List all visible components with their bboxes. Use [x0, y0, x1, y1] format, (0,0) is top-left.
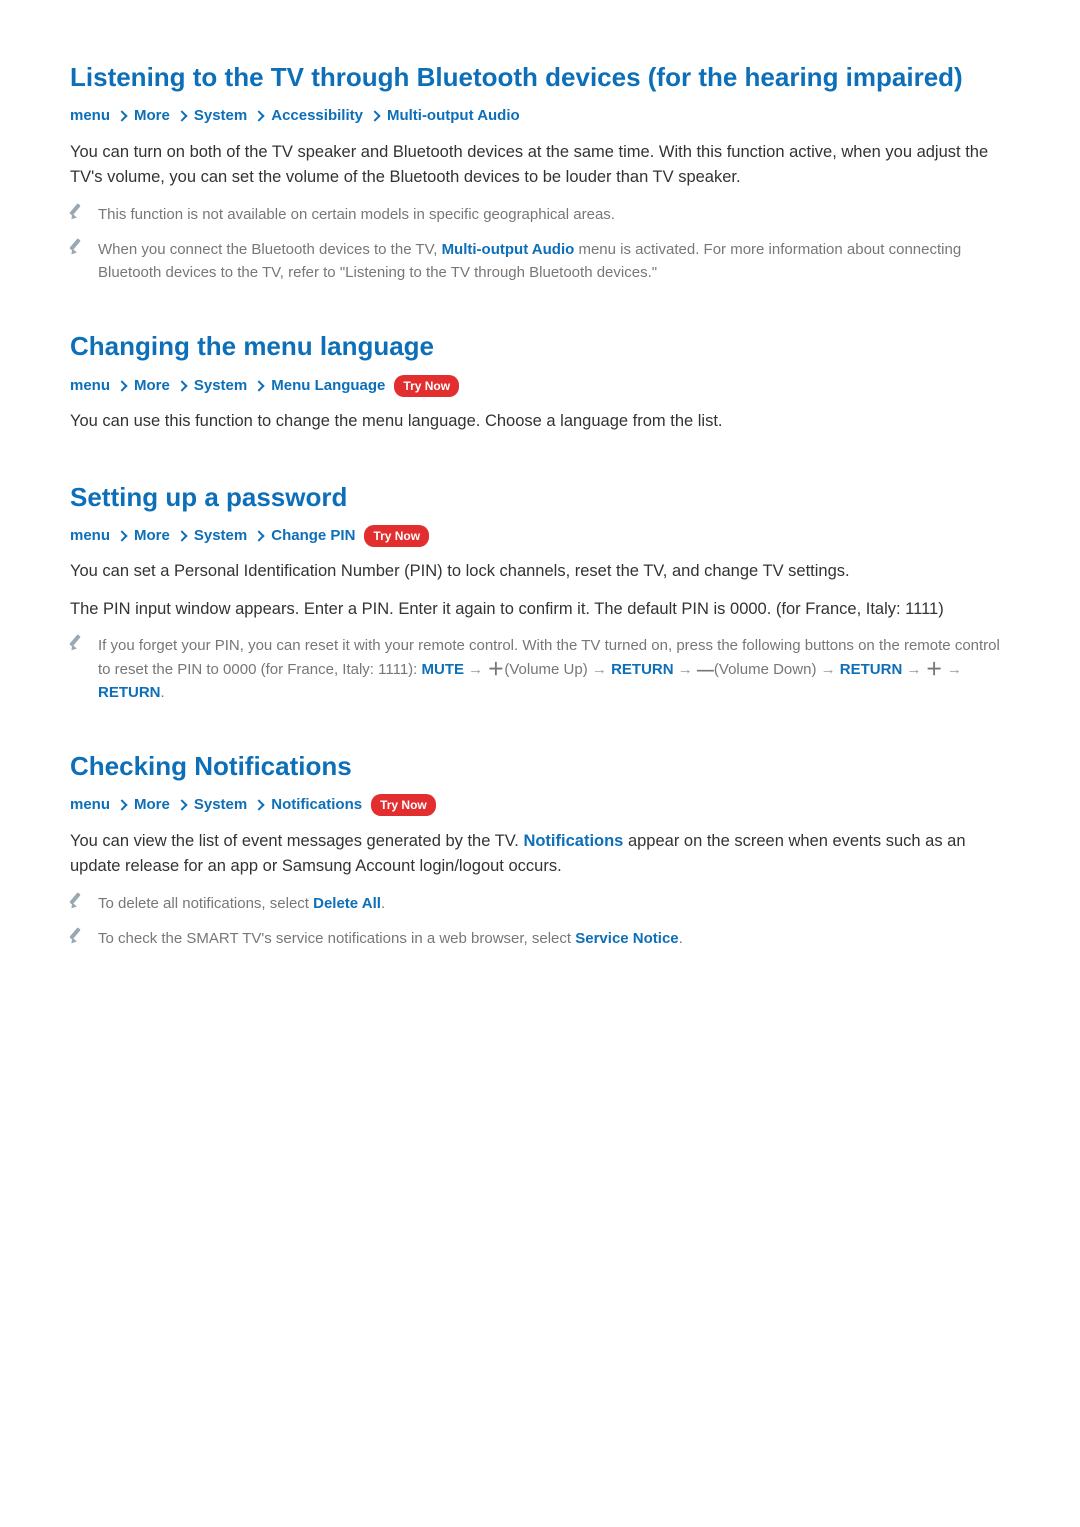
crumb-multi-output[interactable]: Multi-output Audio [387, 105, 520, 128]
pencil-icon [70, 240, 84, 254]
keyword-notifications: Notifications [523, 832, 623, 850]
note-item: If you forget your PIN, you can reset it… [70, 634, 1010, 704]
keyword-delete-all: Delete All [313, 895, 381, 912]
keyword-multi-output: Multi-output Audio [442, 241, 575, 258]
try-now-badge[interactable]: Try Now [364, 525, 429, 547]
section-bluetooth-hearing: Listening to the TV through Bluetooth de… [70, 60, 1010, 284]
arrow-right-icon: → [468, 661, 483, 678]
section-notifications: Checking Notifications menu More System … [70, 749, 1010, 950]
arrow-right-icon: → [821, 661, 836, 678]
crumb-notifications[interactable]: Notifications [271, 794, 362, 817]
arrow-right-icon: → [947, 661, 962, 678]
keyword-return: RETURN [98, 684, 161, 701]
section-password: Setting up a password menu More System C… [70, 480, 1010, 704]
section-menu-language: Changing the menu language menu More Sys… [70, 329, 1010, 434]
breadcrumb: menu More System Notifications Try Now [70, 794, 1010, 817]
crumb-accessibility[interactable]: Accessibility [271, 105, 363, 128]
try-now-badge[interactable]: Try Now [371, 794, 436, 816]
note-list: If you forget your PIN, you can reset it… [70, 634, 1010, 704]
crumb-system[interactable]: System [194, 375, 247, 398]
chevron-right-icon [254, 380, 265, 391]
note-list: To delete all notifications, select Dele… [70, 892, 1010, 951]
note-list: This function is not available on certai… [70, 203, 1010, 285]
crumb-menu[interactable]: menu [70, 375, 110, 398]
note-text: When you connect the Bluetooth devices t… [98, 238, 1010, 285]
keyword-mute: MUTE [422, 661, 465, 678]
plus-icon: ＋ [487, 660, 504, 679]
body-text: The PIN input window appears. Enter a PI… [70, 597, 1010, 623]
note-item: This function is not available on certai… [70, 203, 1010, 226]
note-text: To delete all notifications, select Dele… [98, 892, 1010, 915]
body-text: You can use this function to change the … [70, 409, 1010, 435]
breadcrumb: menu More System Accessibility Multi-out… [70, 105, 1010, 128]
crumb-system[interactable]: System [194, 525, 247, 548]
try-now-badge[interactable]: Try Now [394, 375, 459, 397]
pencil-icon [70, 205, 84, 219]
crumb-change-pin[interactable]: Change PIN [271, 525, 355, 548]
chevron-right-icon [176, 800, 187, 811]
chevron-right-icon [116, 380, 127, 391]
crumb-menu-language[interactable]: Menu Language [271, 375, 385, 398]
crumb-menu[interactable]: menu [70, 794, 110, 817]
chevron-right-icon [116, 800, 127, 811]
note-item: When you connect the Bluetooth devices t… [70, 238, 1010, 285]
chevron-right-icon [369, 111, 380, 122]
crumb-more[interactable]: More [134, 794, 170, 817]
note-text: This function is not available on certai… [98, 203, 1010, 226]
chevron-right-icon [176, 530, 187, 541]
chevron-right-icon [116, 530, 127, 541]
note-item: To check the SMART TV's service notifica… [70, 927, 1010, 950]
section-title: Listening to the TV through Bluetooth de… [70, 60, 1010, 95]
pencil-icon [70, 894, 84, 908]
pencil-icon [70, 636, 84, 650]
crumb-more[interactable]: More [134, 375, 170, 398]
arrow-right-icon: → [906, 661, 921, 678]
breadcrumb: menu More System Change PIN Try Now [70, 525, 1010, 548]
note-text: If you forget your PIN, you can reset it… [98, 634, 1010, 704]
crumb-more[interactable]: More [134, 525, 170, 548]
arrow-right-icon: → [592, 661, 607, 678]
keyword-return: RETURN [840, 661, 903, 678]
body-text: You can turn on both of the TV speaker a… [70, 140, 1010, 191]
body-text: You can set a Personal Identification Nu… [70, 559, 1010, 585]
pencil-icon [70, 929, 84, 943]
chevron-right-icon [176, 380, 187, 391]
note-item: To delete all notifications, select Dele… [70, 892, 1010, 915]
crumb-more[interactable]: More [134, 105, 170, 128]
crumb-menu[interactable]: menu [70, 105, 110, 128]
section-title: Checking Notifications [70, 749, 1010, 784]
chevron-right-icon [176, 111, 187, 122]
chevron-right-icon [254, 800, 265, 811]
crumb-menu[interactable]: menu [70, 525, 110, 548]
section-title: Setting up a password [70, 480, 1010, 515]
note-text: To check the SMART TV's service notifica… [98, 927, 1010, 950]
section-title: Changing the menu language [70, 329, 1010, 364]
body-text: You can view the list of event messages … [70, 829, 1010, 880]
crumb-system[interactable]: System [194, 105, 247, 128]
plus-icon: ＋ [926, 660, 943, 679]
chevron-right-icon [254, 530, 265, 541]
minus-icon: — [697, 660, 714, 679]
keyword-service-notice: Service Notice [575, 930, 678, 947]
chevron-right-icon [116, 111, 127, 122]
crumb-system[interactable]: System [194, 794, 247, 817]
breadcrumb: menu More System Menu Language Try Now [70, 375, 1010, 398]
keyword-return: RETURN [611, 661, 674, 678]
arrow-right-icon: → [678, 661, 693, 678]
chevron-right-icon [254, 111, 265, 122]
